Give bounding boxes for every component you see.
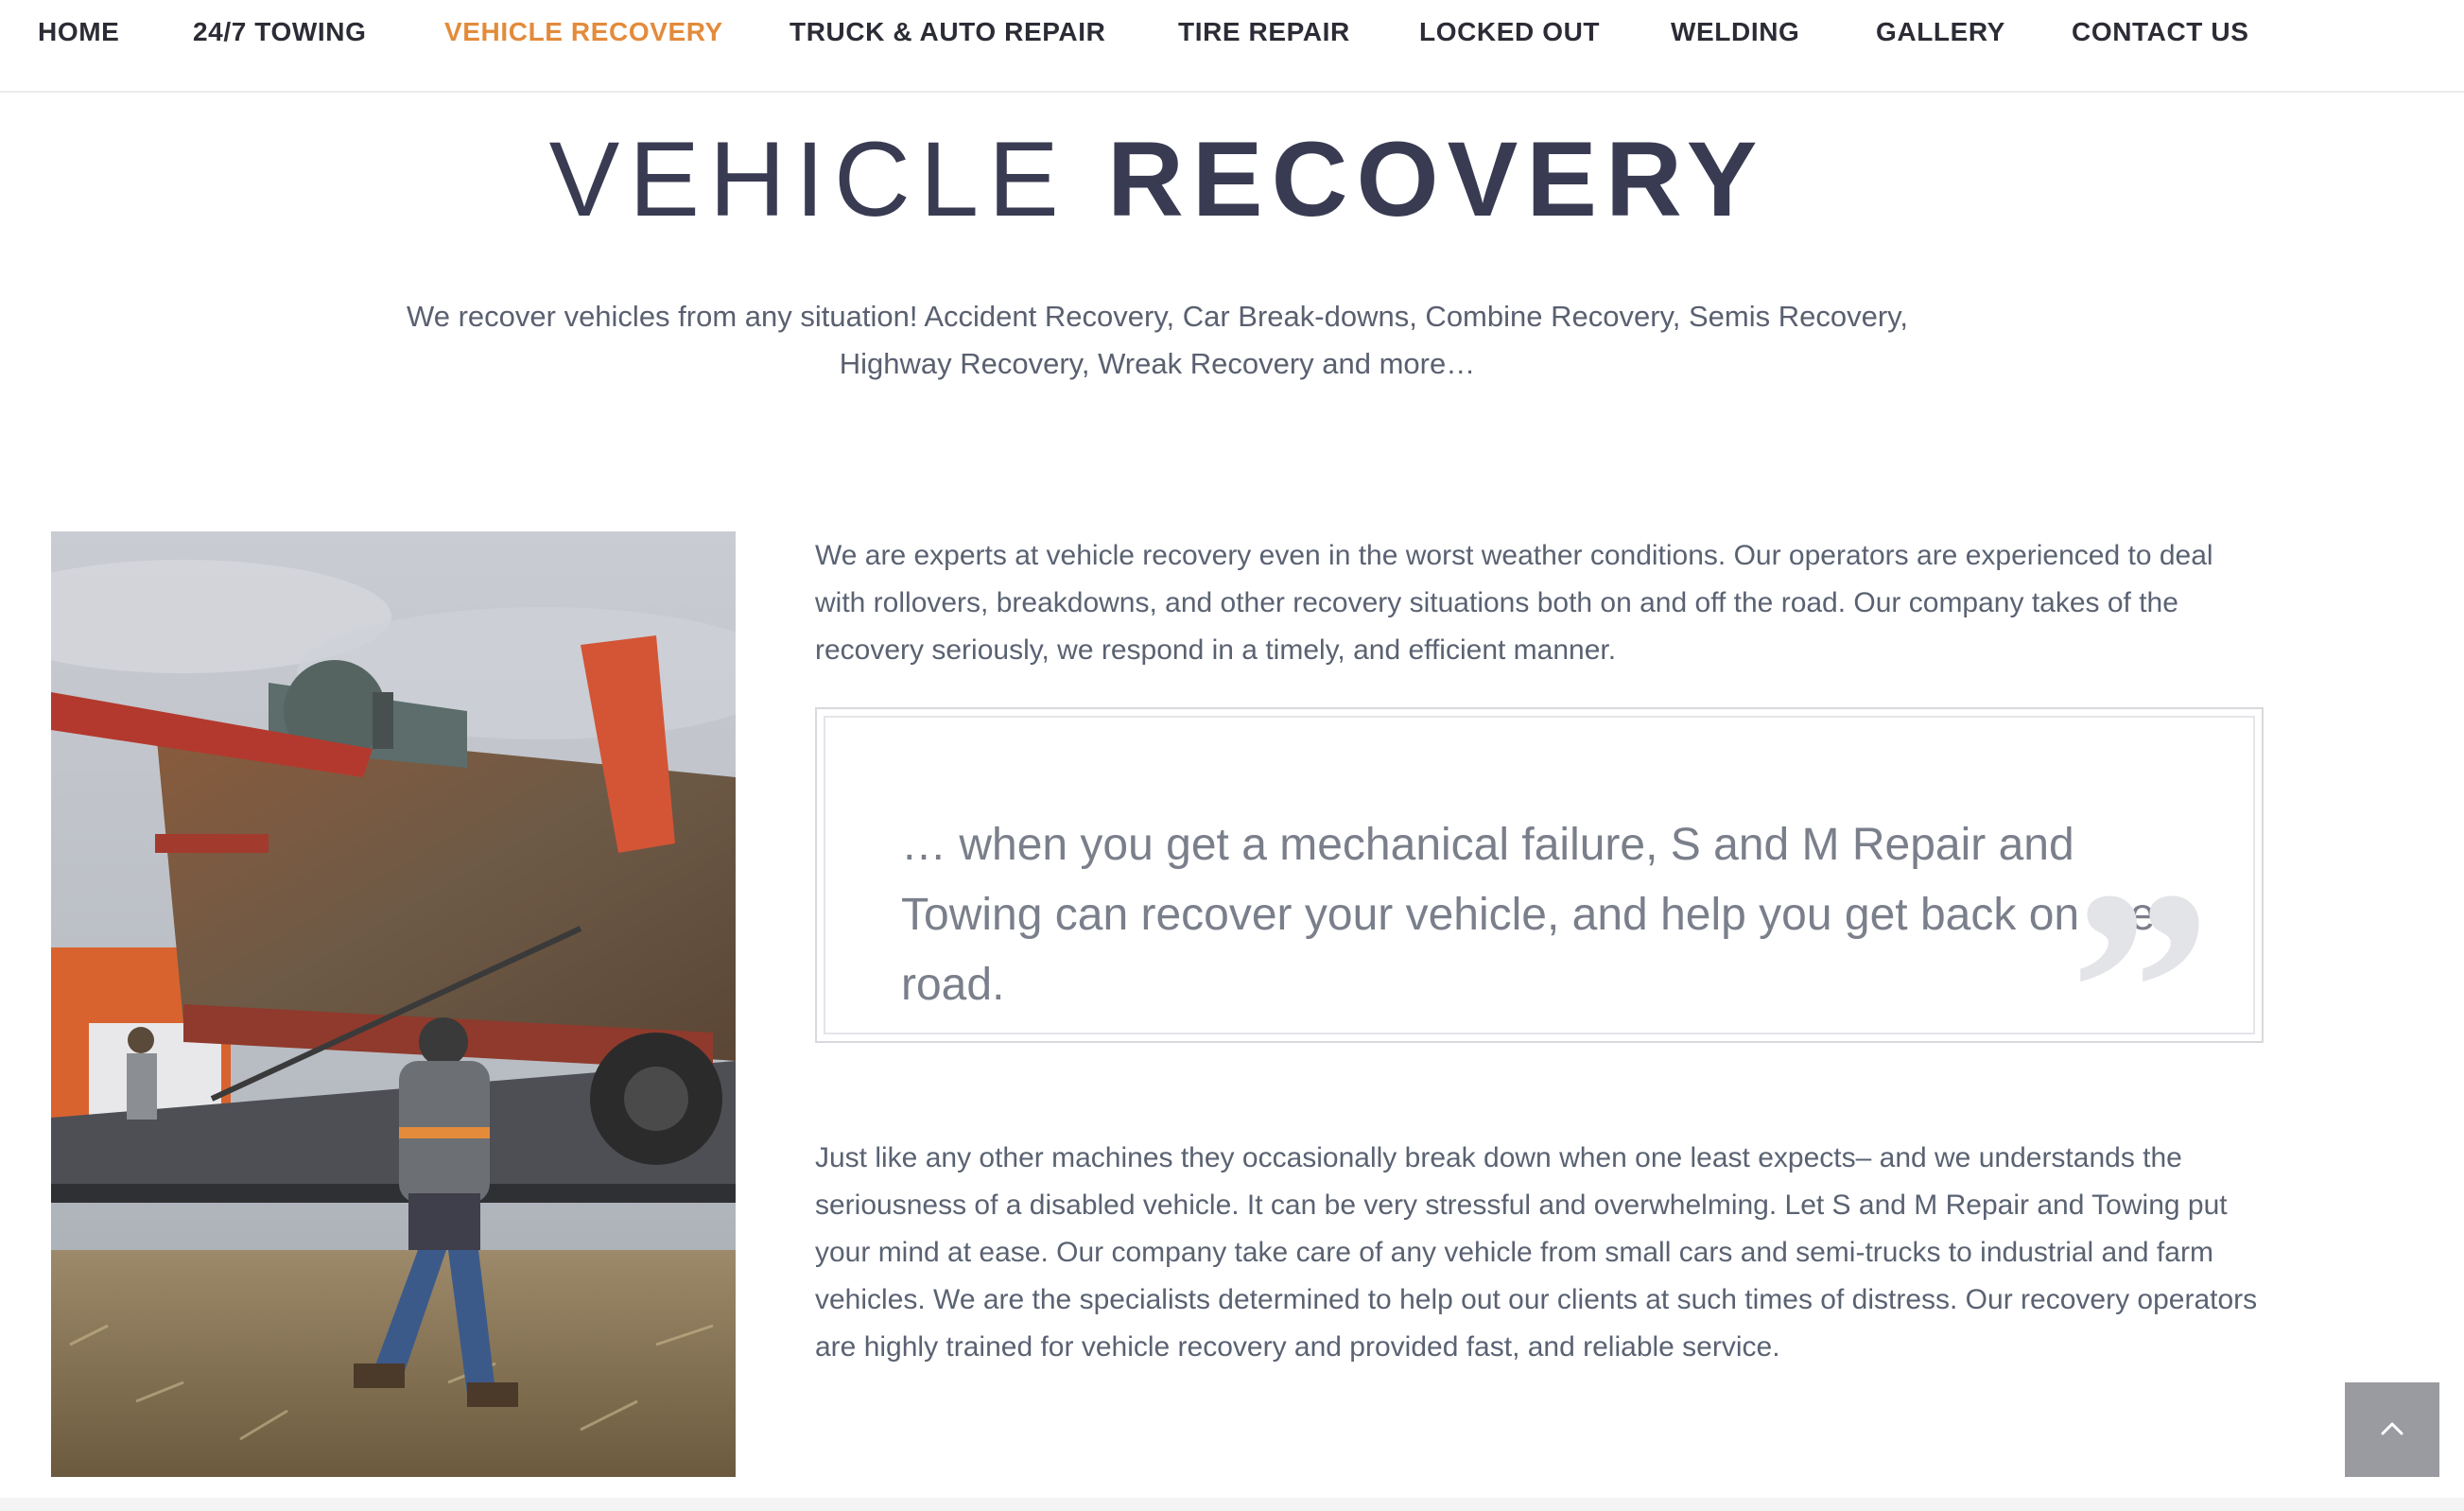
quote-inner: … when you get a mechanical failure, S a…	[824, 716, 2255, 1034]
quote-text: … when you get a mechanical failure, S a…	[901, 820, 2156, 1010]
chevron-up-icon	[2381, 1422, 2403, 1435]
nav-item-welding[interactable]: WELDING	[1671, 17, 1799, 47]
nav-item-truck-auto-repair[interactable]: TRUCK & AUTO REPAIR	[790, 17, 1105, 47]
combine-recovery-photo	[51, 531, 736, 1477]
page-title: VEHICLE RECOVERY	[0, 118, 2315, 241]
nav-item-towing[interactable]: 24/7 TOWING	[193, 17, 366, 47]
nav-item-contact-us[interactable]: CONTACT US	[2072, 17, 2248, 47]
page-title-light: VEHICLE	[548, 120, 1068, 238]
footer-divider	[0, 1498, 2464, 1511]
nav-item-locked-out[interactable]: LOCKED OUT	[1419, 17, 1600, 47]
nav-item-tire-repair[interactable]: TIRE REPAIR	[1178, 17, 1350, 47]
quote-box: … when you get a mechanical failure, S a…	[815, 707, 2264, 1043]
intro-text: We recover vehicles from any situation! …	[407, 300, 1908, 380]
photo-image	[51, 531, 736, 1477]
main-navigation: HOME 24/7 TOWING VEHICLE RECOVERY TRUCK …	[0, 0, 2464, 93]
paragraph-experts: We are experts at vehicle recovery even …	[815, 540, 2213, 666]
page-title-bold: RECOVERY	[1106, 120, 1766, 238]
nav-item-gallery[interactable]: GALLERY	[1876, 17, 2005, 47]
nav-item-vehicle-recovery[interactable]: VEHICLE RECOVERY	[444, 17, 723, 47]
quote-mark-icon: ”	[2070, 832, 2212, 1034]
nav-item-home[interactable]: HOME	[38, 17, 119, 47]
paragraph-breakdowns: Just like any other machines they occasi…	[815, 1142, 2258, 1363]
scroll-to-top-button[interactable]	[2345, 1382, 2439, 1477]
